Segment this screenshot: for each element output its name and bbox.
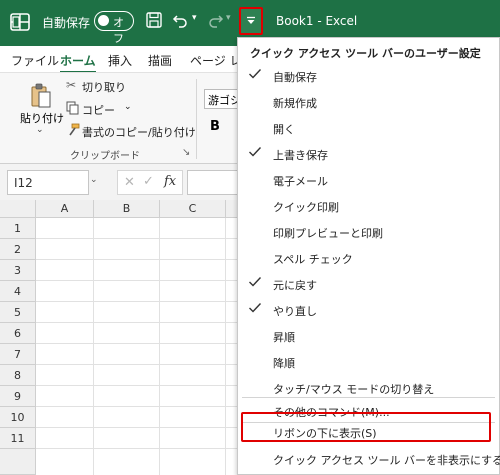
autosave-toggle[interactable]: オフ: [94, 11, 134, 45]
excel-logo-icon: [10, 13, 30, 31]
menu-item-print-preview[interactable]: 印刷プレビューと印刷: [238, 219, 499, 244]
menu-title: クイック アクセス ツール バーのユーザー設定: [250, 47, 481, 60]
menu-item-label: スペル チェック: [273, 253, 353, 266]
menu-item-label: 上書き保存: [273, 149, 328, 162]
insert-function-button[interactable]: fx: [164, 174, 176, 189]
row-header-10[interactable]: 10: [0, 407, 36, 428]
checkmark-icon: [249, 147, 262, 157]
font-name-combo[interactable]: 游ゴシッ: [204, 89, 238, 109]
cut-button[interactable]: 切り取り: [82, 79, 126, 95]
tab-file[interactable]: ファイル: [11, 52, 59, 69]
redo-icon[interactable]: [208, 12, 224, 28]
group-divider: [196, 79, 197, 159]
customize-qat-button[interactable]: [239, 7, 263, 35]
menu-item-label: 電子メール: [273, 175, 328, 188]
menu-item-hide-qat[interactable]: クイック アクセス ツール バーを非表示にする (H): [238, 446, 500, 471]
menu-item-label: 開く: [273, 123, 295, 136]
formula-buttons: ✕ ✓ fx: [117, 170, 183, 195]
row-header-2[interactable]: 2: [0, 239, 36, 260]
bold-button[interactable]: B: [210, 119, 220, 134]
row-header-5[interactable]: 5: [0, 302, 36, 323]
menu-item-label: 新規作成: [273, 97, 317, 110]
row-header-7[interactable]: 7: [0, 344, 36, 365]
column-header-a[interactable]: A: [36, 200, 94, 218]
row-header-1[interactable]: 1: [0, 218, 36, 239]
save-icon[interactable]: [146, 12, 162, 28]
menu-item-sort-ascending[interactable]: 昇順: [238, 323, 499, 348]
highlight-annotation: [241, 412, 491, 442]
menu-item-save[interactable]: 上書き保存: [238, 141, 499, 166]
menu-item-quick-print[interactable]: クイック印刷: [238, 193, 499, 218]
autosave-label: 自動保存: [42, 16, 91, 30]
row-header-3[interactable]: 3: [0, 260, 36, 281]
menu-item-label: 自動保存: [273, 71, 317, 84]
paste-dropdown-icon[interactable]: ⌄: [36, 125, 44, 135]
toggle-knob: [98, 15, 109, 26]
checkmark-icon: [249, 303, 262, 313]
menu-item-redo[interactable]: やり直し: [238, 297, 499, 322]
excel-window: 自動保存 オフ ▾ ▾ Book1 - Excel ファイル ホーム 挿入 描画…: [0, 0, 500, 475]
paste-icon[interactable]: [30, 83, 52, 109]
format-painter-button[interactable]: 書式のコピー/貼り付け: [82, 124, 196, 140]
copy-icon: [66, 101, 79, 115]
menu-item-label: やり直し: [273, 305, 317, 318]
redo-dropdown-icon[interactable]: ▾: [226, 13, 231, 23]
paste-button[interactable]: 貼り付け: [20, 110, 64, 126]
copy-button[interactable]: コピー: [82, 102, 115, 118]
row-header-12[interactable]: [0, 449, 36, 475]
menu-item-label: タッチ/マウス モードの切り替え: [273, 383, 435, 396]
row-header-11[interactable]: 11: [0, 428, 36, 449]
tab-draw[interactable]: 描画: [148, 52, 172, 69]
menu-item-spell-check[interactable]: スペル チェック: [238, 245, 499, 270]
undo-dropdown-icon[interactable]: ▾: [192, 13, 197, 23]
menu-item-label: 降順: [273, 357, 295, 370]
tab-home[interactable]: ホーム: [60, 52, 96, 74]
name-box[interactable]: I12: [7, 170, 89, 195]
menu-item-label: クイック アクセス ツール バーを非表示にする (H): [273, 454, 500, 467]
autosave-state: オフ: [113, 16, 124, 45]
checkmark-icon: [249, 277, 262, 287]
tab-insert[interactable]: 挿入: [108, 52, 132, 69]
row-header-6[interactable]: 6: [0, 323, 36, 344]
menu-item-open[interactable]: 開く: [238, 115, 499, 140]
menu-item-label: 印刷プレビューと印刷: [273, 227, 383, 240]
chevron-down-icon: [247, 16, 255, 24]
column-header-b[interactable]: B: [94, 200, 160, 218]
menu-item-sort-descending[interactable]: 降順: [238, 349, 499, 374]
checkmark-icon: [249, 69, 262, 79]
menu-item-autosave[interactable]: 自動保存: [238, 63, 499, 88]
row-header-4[interactable]: 4: [0, 281, 36, 302]
row-header-9[interactable]: 9: [0, 386, 36, 407]
menu-item-label: 昇順: [273, 331, 295, 344]
cancel-icon[interactable]: ✕: [124, 175, 135, 190]
tab-page-layout[interactable]: ページ レ: [190, 52, 242, 69]
customize-qat-menu: クイック アクセス ツール バーのユーザー設定 自動保存 新規作成 開く 上書き…: [237, 37, 500, 475]
menu-item-undo[interactable]: 元に戻す: [238, 271, 499, 296]
menu-item-new[interactable]: 新規作成: [238, 89, 499, 114]
copy-dropdown-icon[interactable]: ⌄: [124, 102, 132, 112]
document-title: Book1 - Excel: [276, 14, 358, 28]
format-painter-icon: [69, 123, 80, 136]
select-all-corner[interactable]: [0, 200, 36, 218]
menu-item-label: 元に戻す: [273, 279, 317, 292]
scissors-icon: ✂: [66, 78, 77, 92]
column-header-c[interactable]: C: [160, 200, 226, 218]
row-header-8[interactable]: 8: [0, 365, 36, 386]
menu-item-label: クイック印刷: [273, 201, 339, 214]
enter-icon[interactable]: ✓: [143, 174, 154, 189]
menu-item-email[interactable]: 電子メール: [238, 167, 499, 192]
name-box-dropdown-icon[interactable]: ⌄: [90, 175, 98, 185]
undo-icon[interactable]: [172, 12, 188, 28]
clipboard-group-label: クリップボード: [70, 151, 140, 162]
dialog-launcher-icon[interactable]: ↘: [182, 147, 190, 158]
